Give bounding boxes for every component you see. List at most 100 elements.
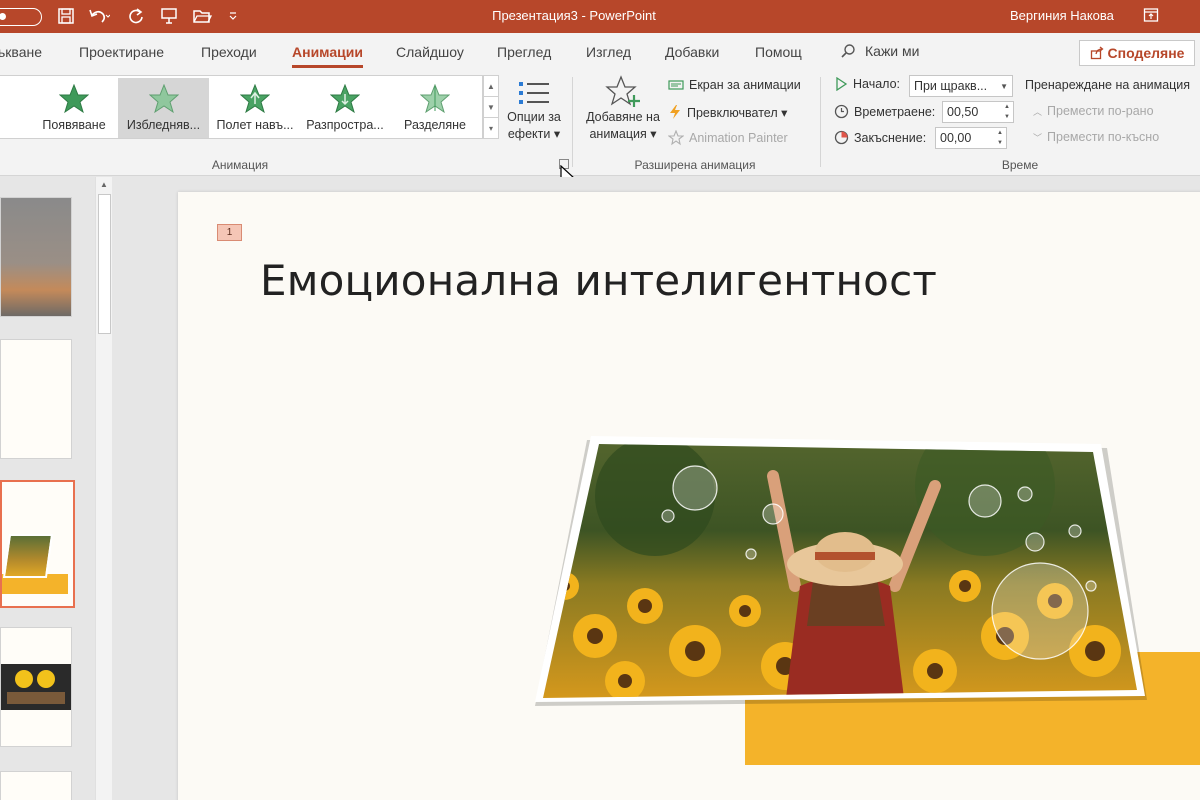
- wipe-star-icon: [330, 84, 360, 114]
- group-label-advanced-animation: Разширена анимация: [634, 158, 756, 172]
- fade-star-icon: [148, 84, 179, 114]
- chevron-down-small-icon: ﹀: [1033, 132, 1043, 143]
- tab-animations[interactable]: Анимации: [292, 44, 363, 68]
- share-button[interactable]: Споделяне: [1079, 40, 1195, 66]
- start-select-value: При щракв...: [914, 79, 988, 93]
- thumbnail-photo: [2, 534, 54, 578]
- chevron-up-icon: ︿: [1033, 106, 1043, 117]
- scroll-up-arrow[interactable]: ▲: [96, 177, 112, 193]
- group-label-animation: Анимация: [211, 158, 269, 172]
- delay-clock-icon: [834, 130, 849, 145]
- effect-options-label-2: ефекти ▾: [507, 127, 561, 141]
- add-animation-star-icon: [605, 75, 640, 107]
- trigger-label: Превключвател ▾: [687, 105, 788, 120]
- animation-appear[interactable]: Появяване: [33, 78, 115, 138]
- delay-value: 00,00: [940, 131, 972, 145]
- animation-fade-label: Избледняв...: [126, 118, 201, 132]
- delay-label: Закъснение:: [854, 130, 927, 145]
- user-name[interactable]: Вергиния Накова: [1010, 8, 1114, 23]
- duration-label-wrap: Времетраене:: [834, 104, 935, 119]
- slide-thumbnail-5[interactable]: [0, 771, 72, 800]
- animation-appear-label: Появяване: [42, 118, 106, 132]
- slide-editor: 1 Емоционална интелигентност: [118, 177, 1200, 800]
- animation-wipe[interactable]: Разпростра...: [302, 78, 388, 138]
- animation-painter-icon: [668, 130, 684, 146]
- split-star-icon: [420, 84, 450, 114]
- effect-options-button[interactable]: Опции за ефекти ▾: [503, 77, 565, 143]
- animation-fade[interactable]: Избледняв...: [118, 78, 209, 138]
- slide-canvas[interactable]: 1 Емоционална интелигентност: [178, 192, 1200, 800]
- slide-thumbnail-1[interactable]: [0, 197, 72, 317]
- tab-addins[interactable]: Добавки: [665, 44, 719, 60]
- fly-in-star-icon: [240, 84, 270, 114]
- gallery-more[interactable]: ▾: [484, 118, 498, 139]
- group-separator: [572, 77, 573, 167]
- animation-pane-label: Екран за анимации: [689, 78, 801, 92]
- animation-painter-button[interactable]: Animation Painter: [668, 130, 788, 146]
- animation-split[interactable]: Разделяне: [394, 78, 476, 138]
- group-separator: [820, 77, 821, 167]
- reorder-label: Пренареждане на анимация: [1025, 78, 1191, 92]
- add-animation-label-1: Добавяне на: [586, 110, 660, 124]
- slide-title[interactable]: Емоционална интелигентност: [260, 256, 937, 305]
- gallery-scroll: ▲ ▼ ▾: [483, 75, 499, 139]
- ribbon-tabs: ькване Проектиране Преходи Анимации Слай…: [0, 33, 1200, 71]
- start-select[interactable]: При щракв... ▼: [909, 75, 1013, 97]
- trigger-button[interactable]: Превключвател ▾: [668, 104, 787, 120]
- animation-pane-icon: [668, 80, 684, 90]
- lightning-icon: [670, 105, 680, 119]
- clock-icon: [834, 104, 849, 119]
- gallery-scroll-up[interactable]: ▲: [484, 76, 498, 97]
- add-animation-label-2: анимация ▾: [589, 127, 657, 141]
- animation-split-label: Разделяне: [404, 118, 466, 132]
- delay-label-wrap: Закъснение:: [834, 130, 926, 145]
- move-earlier-label: Премести по-рано: [1047, 104, 1154, 118]
- tab-design[interactable]: Проектиране: [79, 44, 164, 60]
- search-icon: [841, 44, 855, 58]
- animation-pane-button[interactable]: Екран за анимации: [668, 78, 801, 92]
- group-label-timing: Време: [1001, 158, 1039, 172]
- animation-wipe-label: Разпростра...: [306, 118, 384, 132]
- tab-transitions[interactable]: Преходи: [201, 44, 257, 60]
- slide-thumbnails-pane: ▲: [0, 177, 118, 800]
- add-animation-button[interactable]: Добавяне на анимация ▾: [582, 75, 664, 143]
- animation-gallery: Появяване Избледняв... Полет навъ... Раз…: [0, 75, 483, 139]
- thumbnails-scrollbar[interactable]: ▲: [95, 177, 112, 800]
- slide-thumbnail-4[interactable]: [0, 627, 72, 747]
- move-later-label: Премести по-късно: [1047, 130, 1160, 144]
- sunflower-photo[interactable]: [535, 436, 1155, 706]
- duration-label: Времетраене:: [854, 104, 936, 119]
- duration-spinner[interactable]: ▲ ▼: [1001, 102, 1013, 122]
- play-icon: [836, 77, 848, 91]
- scrollbar-thumb[interactable]: [98, 194, 111, 334]
- start-label: Начало:: [853, 77, 901, 91]
- move-later-button[interactable]: ﹀ Премести по-късно: [1033, 130, 1159, 144]
- tell-me-search[interactable]: Кажи ми: [840, 43, 919, 59]
- slide-thumbnail-2[interactable]: [0, 339, 72, 459]
- slide-thumbnail-3[interactable]: [0, 480, 75, 608]
- effect-options-icon: [519, 82, 549, 104]
- thumbnail-emoji-photo: [1, 664, 71, 710]
- delay-spinner[interactable]: ▲ ▼: [994, 128, 1006, 148]
- tab-insert[interactable]: ькване: [0, 44, 42, 60]
- appear-star-icon: [59, 84, 89, 114]
- delay-input[interactable]: 00,00 ▲ ▼: [935, 127, 1007, 149]
- ribbon-animations: Появяване Избледняв... Полет навъ... Раз…: [0, 71, 1200, 176]
- duration-input[interactable]: 00,50 ▲ ▼: [942, 101, 1014, 123]
- effect-options-label-1: Опции за: [507, 110, 561, 124]
- share-label: Споделяне: [1107, 45, 1185, 61]
- chevron-down-icon: ▼: [1000, 82, 1008, 91]
- move-earlier-button[interactable]: ︿ Премести по-рано: [1033, 104, 1154, 118]
- animation-order-tag[interactable]: 1: [217, 224, 242, 241]
- ribbon-display-options-icon[interactable]: [1143, 7, 1159, 28]
- gallery-scroll-down[interactable]: ▼: [484, 97, 498, 118]
- title-bar: Презентация3 - PowerPoint Вергиния Наков…: [0, 0, 1200, 33]
- tell-me-label: Кажи ми: [865, 43, 920, 59]
- tab-help[interactable]: Помощ: [755, 44, 802, 60]
- window-title: Презентация3 - PowerPoint: [492, 8, 656, 23]
- tab-view[interactable]: Изглед: [586, 44, 631, 60]
- animation-fly-in[interactable]: Полет навъ...: [212, 78, 298, 138]
- animation-fly-in-label: Полет навъ...: [216, 118, 294, 132]
- tab-review[interactable]: Преглед: [497, 44, 551, 60]
- tab-slideshow[interactable]: Слайдшоу: [396, 44, 464, 60]
